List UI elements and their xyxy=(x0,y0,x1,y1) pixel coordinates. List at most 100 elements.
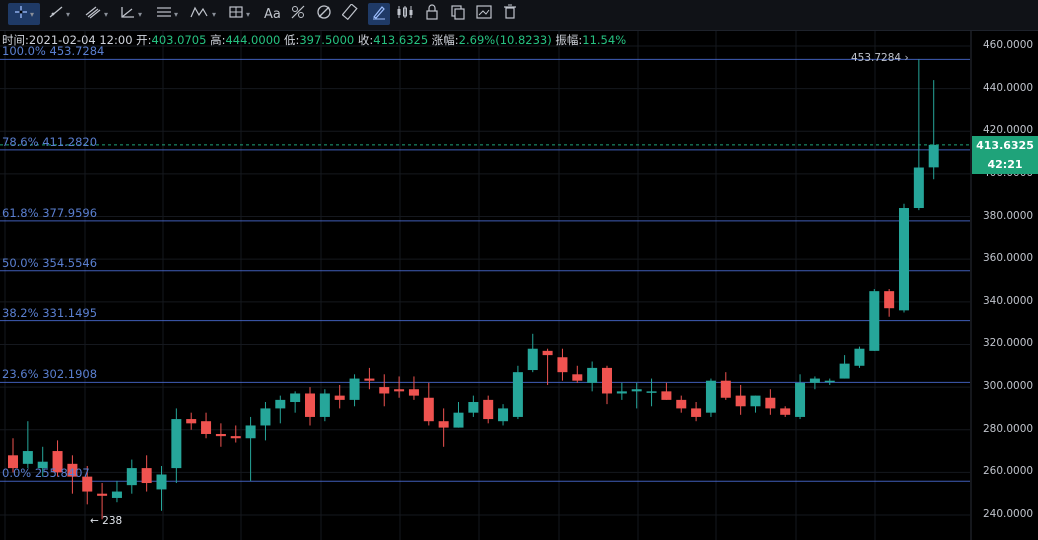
open-label: 开: xyxy=(136,33,152,47)
price-axis-label: 260.0000 xyxy=(983,465,1034,478)
candle-down xyxy=(186,419,197,424)
price-axis-label: 320.0000 xyxy=(983,337,1034,350)
candle-up xyxy=(22,451,33,464)
candle-up xyxy=(468,402,479,413)
copy-icon xyxy=(450,4,466,24)
candle-down xyxy=(661,391,672,400)
delete-tool[interactable] xyxy=(503,3,517,25)
lock-icon xyxy=(425,4,439,24)
low-value: 397.5000 xyxy=(299,33,355,47)
amplitude-value: 11.54% xyxy=(582,33,627,47)
fibonacci-icon xyxy=(290,4,306,24)
high-value: 444.0000 xyxy=(225,33,281,47)
channel-tool[interactable]: ▾ xyxy=(84,3,108,25)
text-tool[interactable]: Aa xyxy=(264,3,281,25)
change-value: 2.69%(10.8233) xyxy=(458,33,552,47)
ruler-icon xyxy=(341,3,358,24)
candlestick-chart[interactable] xyxy=(0,31,1038,540)
candle-down xyxy=(379,387,390,394)
fib-level-label: 61.8% 377.9596 xyxy=(2,205,98,220)
magnet-tool[interactable] xyxy=(316,3,332,25)
fib-level-label: 23.6% 302.1908 xyxy=(2,367,98,382)
candle-down xyxy=(483,399,494,420)
fib-level-label: 50.0% 354.5546 xyxy=(2,255,98,270)
current-price-badge: 413.6325 xyxy=(972,135,1038,155)
measure-icon xyxy=(228,5,244,23)
price-axis-label: 380.0000 xyxy=(983,209,1034,222)
amplitude-label: 振幅: xyxy=(555,33,583,47)
indicator-tool[interactable] xyxy=(396,3,414,25)
candle-up xyxy=(171,419,182,469)
price-axis-label: 460.0000 xyxy=(983,39,1034,51)
candle-up xyxy=(839,363,850,379)
candle-up xyxy=(512,372,523,417)
candle-up xyxy=(453,412,464,428)
candle-down xyxy=(602,367,612,394)
fib-level-label: 100.0% 453.7284 xyxy=(2,44,105,59)
price-axis-label: 280.0000 xyxy=(983,422,1034,435)
candle-down xyxy=(676,399,687,409)
fib-level-label: 78.6% 411.2820 xyxy=(2,134,98,149)
open-value: 403.0705 xyxy=(151,33,207,47)
candle-down xyxy=(141,468,152,484)
candle-down xyxy=(334,395,345,400)
trendline-icon xyxy=(48,5,64,23)
candle-down xyxy=(735,395,746,407)
candle-up xyxy=(824,380,835,383)
draw-mode-tool[interactable] xyxy=(368,3,390,25)
lock-tool[interactable] xyxy=(425,3,439,25)
candle-up xyxy=(616,391,627,394)
fibonacci-tool[interactable] xyxy=(290,3,306,25)
screenshot-tool[interactable] xyxy=(475,3,493,25)
candle-up xyxy=(899,208,909,311)
wave-tool[interactable]: ▾ xyxy=(190,3,216,25)
crosshair-tool[interactable]: ▾ xyxy=(8,3,40,25)
fib-level-label: 0.0% 255.8407 xyxy=(2,466,90,481)
candle-up xyxy=(260,408,271,426)
screenshot-icon xyxy=(475,4,493,24)
elliott-wave-icon xyxy=(190,5,210,23)
candle-up xyxy=(349,378,360,400)
candle-down xyxy=(765,397,776,409)
crosshair-icon xyxy=(14,5,28,23)
candle-down xyxy=(572,374,583,381)
candle-down xyxy=(423,397,434,422)
candle-up xyxy=(156,474,167,490)
candle-up xyxy=(245,425,256,439)
low-label: 低: xyxy=(283,33,300,47)
candle-down xyxy=(557,357,568,373)
candle-down xyxy=(215,433,226,437)
price-axis-label: 420.0000 xyxy=(983,124,1034,137)
candle-down xyxy=(408,389,419,396)
trendline-tool[interactable]: ▾ xyxy=(48,3,70,25)
text-icon: Aa xyxy=(264,6,281,22)
ruler-tool[interactable] xyxy=(341,3,358,25)
fib-level-label: 38.2% 331.1495 xyxy=(2,305,98,320)
draw-mode-icon xyxy=(371,4,387,24)
candle-up xyxy=(111,491,122,498)
candle-up xyxy=(631,389,642,392)
candle-down xyxy=(394,389,405,392)
price-axis-label: 240.0000 xyxy=(983,508,1034,520)
price-axis-label: 340.0000 xyxy=(983,294,1034,307)
measure-tool[interactable]: ▾ xyxy=(228,3,250,25)
horizontal-line-tool[interactable]: ▾ xyxy=(156,3,178,25)
candle-down xyxy=(780,408,791,415)
copy-tool[interactable] xyxy=(450,3,466,25)
low-marker-label: ← 238 xyxy=(90,515,123,528)
candle-up xyxy=(319,393,330,417)
high-marker-label: 453.7284 › xyxy=(851,52,909,65)
candle-down xyxy=(201,421,212,434)
price-axis-label: 300.0000 xyxy=(983,380,1034,393)
candle-up xyxy=(854,348,865,366)
candle-down xyxy=(720,380,731,398)
close-value: 413.6325 xyxy=(373,33,429,47)
angle-tool[interactable]: ▾ xyxy=(120,3,142,25)
candle-up xyxy=(928,144,939,168)
candle-up xyxy=(498,408,509,422)
indicator-icon xyxy=(396,4,414,24)
candle-up xyxy=(646,391,657,393)
angle-icon xyxy=(120,5,136,23)
candle-up xyxy=(809,378,820,383)
high-label: 高: xyxy=(210,33,226,47)
